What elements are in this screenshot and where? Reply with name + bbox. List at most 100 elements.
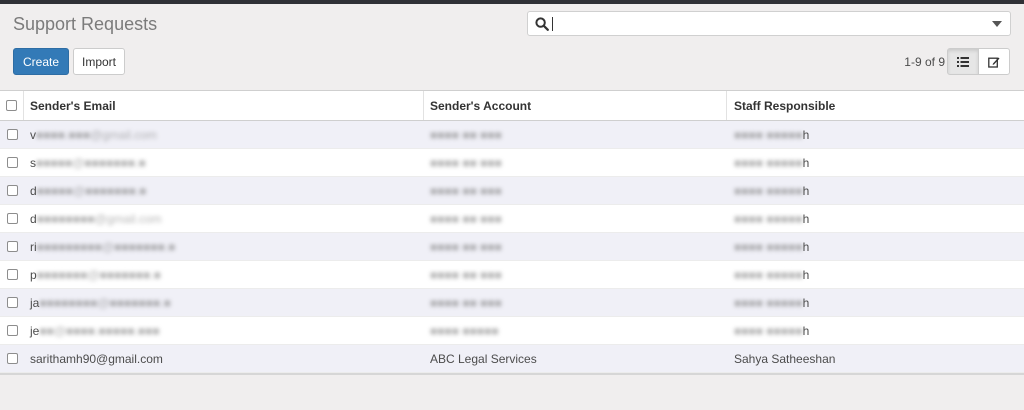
cell-staff: ■■■■ ■■■■■ h bbox=[727, 289, 1024, 316]
staff-redacted: ■■■■ ■■■■■ bbox=[734, 155, 803, 170]
row-checkbox[interactable] bbox=[6, 185, 18, 196]
email-visible: p bbox=[30, 267, 37, 282]
cell-email: sarithamh90@gmail.com bbox=[24, 345, 424, 372]
staff-visible: h bbox=[802, 211, 810, 226]
staff-redacted: ■■■■ ■■■■■ bbox=[734, 267, 803, 282]
support-requests-table: Sender's Email Sender's Account Staff Re… bbox=[0, 90, 1024, 375]
email-redacted: ■■■■■@■■■■■■■.■ bbox=[36, 155, 146, 170]
footer-area bbox=[0, 380, 1024, 410]
row-checkbox[interactable] bbox=[6, 353, 18, 364]
account-redacted: ■■■■ ■■■■■ bbox=[430, 323, 499, 338]
email-visible: sarithamh90@gmail.com bbox=[30, 351, 163, 366]
staff-visible: h bbox=[802, 295, 810, 310]
email-redacted: ■■@■■■■.■■■■■.■■■ bbox=[39, 323, 160, 338]
email-redacted: ■■■■■@■■■■■■■.■ bbox=[36, 183, 147, 198]
row-select-cell bbox=[0, 261, 24, 288]
header-staff[interactable]: Staff Responsible bbox=[727, 91, 1024, 120]
row-checkbox[interactable] bbox=[6, 297, 18, 308]
table-row[interactable]: v ■■■■.■■■@gmail.com ■■■■ ■■ ■■■ ■■■■ ■■■■■… bbox=[0, 121, 1024, 149]
table-row[interactable]: ri ■■■■■■■■■@■■■■■■■.■ ■■■■ ■■ ■■■ ■■■■ ■■■… bbox=[0, 233, 1024, 261]
row-checkbox[interactable] bbox=[6, 325, 18, 336]
email-redacted: ■■■■■■■@■■■■■■■.■ bbox=[36, 267, 161, 282]
cell-email: v ■■■■.■■■@gmail.com bbox=[24, 121, 424, 148]
form-view-icon bbox=[988, 57, 1000, 68]
row-checkbox[interactable] bbox=[6, 157, 18, 168]
email-visible: d bbox=[30, 211, 37, 226]
header-email[interactable]: Sender's Email bbox=[24, 91, 424, 120]
cell-email: d ■■■■■@■■■■■■■.■ bbox=[24, 177, 424, 204]
email-redacted: ■■■■■■■■@■■■■■■■.■ bbox=[39, 295, 171, 310]
table-row[interactable]: d ■■■■■■■■@gmail.com ■■■■ ■■ ■■■ ■■■■ ■■■■■… bbox=[0, 205, 1024, 233]
account-redacted: ■■■■ ■■ ■■■ bbox=[430, 211, 502, 226]
search-input[interactable] bbox=[552, 14, 982, 33]
create-button[interactable]: Create bbox=[13, 48, 69, 75]
account-redacted: ■■■■ ■■ ■■■ bbox=[430, 127, 502, 142]
page-title: Support Requests bbox=[13, 14, 158, 34]
email-redacted: ■■■■■■■■■@■■■■■■■.■ bbox=[36, 239, 176, 254]
account-redacted: ■■■■ ■■ ■■■ bbox=[430, 239, 502, 254]
row-select-cell bbox=[0, 177, 24, 204]
table-row[interactable]: d ■■■■■@■■■■■■■.■ ■■■■ ■■ ■■■ ■■■■ ■■■■■ h bbox=[0, 177, 1024, 205]
row-checkbox[interactable] bbox=[6, 241, 18, 252]
cell-staff: ■■■■ ■■■■■ h bbox=[727, 205, 1024, 232]
row-select-cell bbox=[0, 345, 24, 372]
cell-staff: ■■■■ ■■■■■ h bbox=[727, 317, 1024, 344]
table-row[interactable]: je ■■@■■■■.■■■■■.■■■ ■■■■ ■■■■■ ■■■■ ■■■■■ h bbox=[0, 317, 1024, 345]
cell-email: je ■■@■■■■.■■■■■.■■■ bbox=[24, 317, 424, 344]
email-visible: je bbox=[30, 323, 40, 338]
select-all-checkbox[interactable] bbox=[6, 100, 17, 111]
staff-redacted: ■■■■ ■■■■■ bbox=[734, 183, 803, 198]
cell-account: ABC Legal Services bbox=[424, 345, 727, 372]
cell-account: ■■■■ ■■ ■■■ bbox=[424, 177, 727, 204]
list-view-icon bbox=[957, 56, 969, 67]
staff-redacted: ■■■■ ■■■■■ bbox=[734, 239, 803, 254]
staff-visible: h bbox=[802, 239, 810, 254]
row-checkbox[interactable] bbox=[6, 129, 18, 140]
account-redacted: ■■■■ ■■ ■■■ bbox=[430, 155, 502, 170]
row-select-cell bbox=[0, 205, 24, 232]
table-body: v ■■■■.■■■@gmail.com ■■■■ ■■ ■■■ ■■■■ ■■■■■… bbox=[0, 121, 1024, 373]
header-account[interactable]: Sender's Account bbox=[424, 91, 727, 120]
search-icon bbox=[535, 17, 549, 31]
select-all-cell bbox=[0, 91, 24, 120]
table-row[interactable]: sarithamh90@gmail.com ABC Legal Services S… bbox=[0, 345, 1024, 373]
staff-redacted: ■■■■ ■■■■■ bbox=[734, 127, 803, 142]
cell-staff: ■■■■ ■■■■■ h bbox=[727, 149, 1024, 176]
cell-account: ■■■■ ■■ ■■■ bbox=[424, 121, 727, 148]
table-row[interactable]: ja ■■■■■■■■@■■■■■■■.■ ■■■■ ■■ ■■■ ■■■■ ■■■■… bbox=[0, 289, 1024, 317]
cell-email: s ■■■■■@■■■■■■■.■ bbox=[24, 149, 424, 176]
row-checkbox[interactable] bbox=[6, 213, 18, 224]
top-bar bbox=[0, 0, 1024, 4]
account-redacted: ■■■■ ■■ ■■■ bbox=[430, 295, 502, 310]
search-box[interactable] bbox=[527, 11, 1011, 36]
cell-email: ri ■■■■■■■■■@■■■■■■■.■ bbox=[24, 233, 424, 260]
account-redacted: ■■■■ ■■ ■■■ bbox=[430, 267, 502, 282]
staff-visible: h bbox=[802, 127, 810, 142]
account-visible: ABC Legal Services bbox=[430, 351, 537, 366]
chevron-down-icon[interactable] bbox=[992, 21, 1002, 27]
staff-visible: h bbox=[802, 155, 810, 170]
cell-email: d ■■■■■■■■@gmail.com bbox=[24, 205, 424, 232]
staff-redacted: ■■■■ ■■■■■ bbox=[734, 295, 803, 310]
staff-redacted: ■■■■ ■■■■■ bbox=[734, 323, 803, 338]
table-header: Sender's Email Sender's Account Staff Re… bbox=[0, 91, 1024, 121]
cell-account: ■■■■ ■■ ■■■ bbox=[424, 261, 727, 288]
account-redacted: ■■■■ ■■ ■■■ bbox=[430, 183, 502, 198]
row-select-cell bbox=[0, 121, 24, 148]
table-row[interactable]: p ■■■■■■■@■■■■■■■.■ ■■■■ ■■ ■■■ ■■■■ ■■■■■ h bbox=[0, 261, 1024, 289]
form-view-button[interactable] bbox=[978, 48, 1010, 75]
email-visible: ri bbox=[30, 239, 37, 254]
cell-staff: ■■■■ ■■■■■ h bbox=[727, 233, 1024, 260]
row-select-cell bbox=[0, 289, 24, 316]
text-cursor bbox=[552, 17, 553, 31]
cell-staff: Sahya Satheeshan bbox=[727, 345, 1024, 372]
table-row[interactable]: s ■■■■■@■■■■■■■.■ ■■■■ ■■ ■■■ ■■■■ ■■■■■ h bbox=[0, 149, 1024, 177]
cell-email: ja ■■■■■■■■@■■■■■■■.■ bbox=[24, 289, 424, 316]
email-visible: ja bbox=[30, 295, 40, 310]
row-checkbox[interactable] bbox=[6, 269, 18, 280]
import-button[interactable]: Import bbox=[73, 48, 125, 75]
cell-account: ■■■■ ■■ ■■■ bbox=[424, 205, 727, 232]
staff-redacted: ■■■■ ■■■■■ bbox=[734, 211, 803, 226]
pager-range[interactable]: 1-9 of 9 bbox=[890, 55, 945, 69]
list-view-button[interactable] bbox=[947, 48, 979, 75]
